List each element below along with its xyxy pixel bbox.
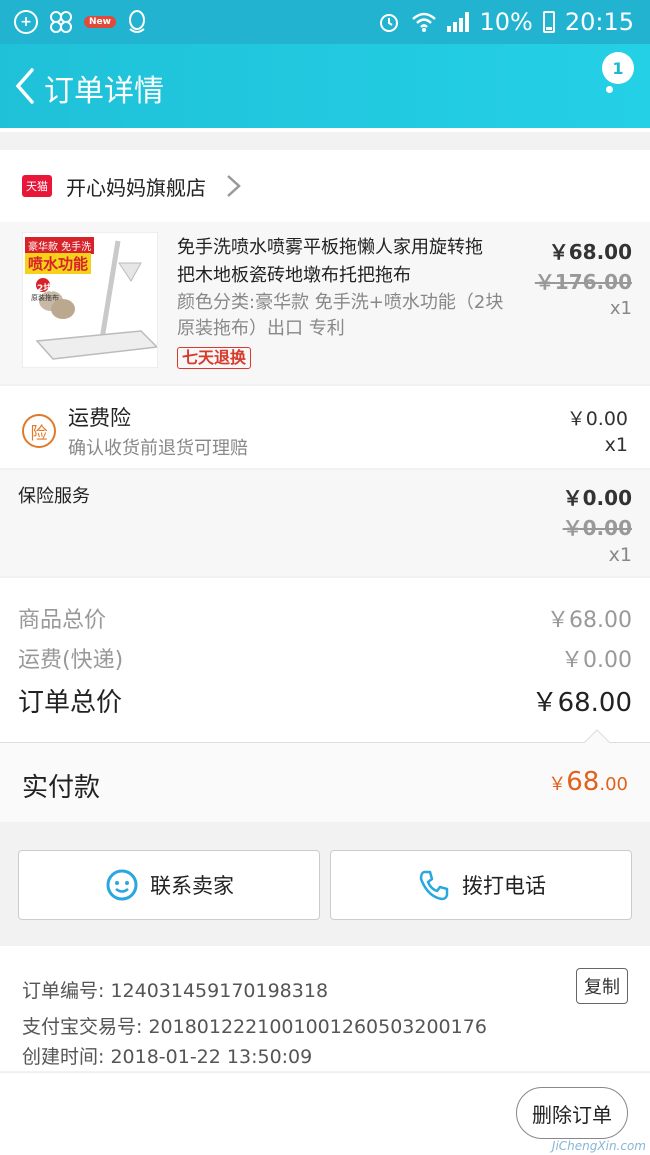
seven-day-return-tag: 七天退换 bbox=[177, 347, 252, 369]
qq-icon bbox=[128, 10, 145, 33]
alipay-transaction-number: 支付宝交易号: 2018012221001001260503200176 bbox=[22, 1016, 487, 1038]
order-item[interactable]: 豪华款 免手洗 喷水功能 2块 原装拖布 免手洗喷水喷雾平板拖懒人家用旋转拖把木… bbox=[0, 222, 650, 384]
order-info: 订单编号: 124031459170198318 复制 支付宝交易号: 2018… bbox=[0, 946, 650, 1071]
product-price: ￥68.00 bbox=[548, 240, 632, 264]
chat-face-icon bbox=[106, 869, 138, 901]
copy-button[interactable]: 复制 bbox=[576, 968, 628, 1004]
image-caption-4: 原装拖布 bbox=[31, 294, 59, 302]
product-sku: 颜色分类:豪华款 免手洗+喷水功能（2块原装拖布）出口 专利 bbox=[177, 292, 504, 339]
contact-seller-button[interactable]: 联系卖家 bbox=[18, 850, 320, 920]
shipping-fee-value: ￥0.00 bbox=[561, 648, 632, 673]
price-summary: 商品总价 ￥68.00 运费(快递) ￥0.00 订单总价 ￥68.00 bbox=[0, 578, 650, 742]
alarm-icon bbox=[380, 14, 399, 32]
battery-percent: 10% bbox=[479, 8, 533, 36]
actual-payment: 实付款 ￥68.00 bbox=[0, 729, 650, 822]
flower-app-icon bbox=[50, 11, 72, 33]
service-price: ￥0.00 bbox=[562, 486, 632, 510]
insurance-icon: 险 bbox=[22, 414, 56, 448]
action-buttons: 联系卖家 拨打电话 bbox=[0, 840, 650, 930]
goods-total-label: 商品总价 bbox=[18, 608, 107, 633]
service-quantity: x1 bbox=[608, 544, 632, 566]
phone-icon bbox=[419, 870, 449, 901]
product-original-price: ￥176.00 bbox=[534, 270, 632, 294]
nav-bar: 订单详情 bbox=[0, 44, 650, 132]
shop-row[interactable]: 天猫 开心妈妈旗舰店 bbox=[0, 150, 650, 222]
actual-payment-label: 实付款 bbox=[22, 773, 101, 803]
order-number: 订单编号: 124031459170198318 bbox=[22, 980, 329, 1002]
bottom-bar: 删除订单 JiChengXin.com bbox=[0, 1072, 650, 1155]
call-button[interactable]: 拨打电话 bbox=[330, 850, 632, 920]
page-title: 订单详情 bbox=[44, 74, 164, 109]
product-quantity: x1 bbox=[609, 298, 632, 319]
actual-payment-amount: ￥68.00 bbox=[548, 767, 628, 797]
service-original-price: ￥0.00 bbox=[562, 516, 632, 540]
insurance-quantity: x1 bbox=[604, 434, 628, 456]
shipping-fee-row: 运费(快递) ￥0.00 bbox=[18, 642, 632, 674]
clock: 20:15 bbox=[564, 8, 634, 36]
dot-icon bbox=[606, 86, 613, 93]
chevron-right-icon bbox=[227, 175, 241, 197]
amount-decimal: .00 bbox=[599, 774, 628, 795]
goods-total-value: ￥68.00 bbox=[547, 608, 632, 633]
call-label: 拨打电话 bbox=[462, 874, 546, 898]
more-menu-button[interactable] bbox=[606, 58, 614, 98]
goods-total-row: 商品总价 ￥68.00 bbox=[18, 602, 632, 634]
insurance-subtitle: 确认收货前退货可理赔 bbox=[68, 438, 248, 459]
plus-circle-icon: + bbox=[14, 10, 38, 34]
tmall-logo-icon: 天猫 bbox=[22, 175, 52, 197]
product-image[interactable]: 豪华款 免手洗 喷水功能 2块 原装拖布 bbox=[22, 232, 158, 368]
service-title: 保险服务 bbox=[18, 486, 90, 507]
watermark: JiChengXin.com bbox=[551, 1139, 646, 1153]
insurance-title: 运费险 bbox=[68, 406, 131, 430]
amount-integer: 68 bbox=[566, 767, 600, 797]
insurance-service-row: 保险服务 ￥0.00 ￥0.00 x1 bbox=[0, 470, 650, 576]
new-badge: New bbox=[84, 16, 116, 28]
order-total-label: 订单总价 bbox=[18, 688, 123, 718]
shop-name: 开心妈妈旗舰店 bbox=[66, 175, 206, 200]
created-time: 创建时间: 2018-01-22 13:50:09 bbox=[22, 1046, 313, 1068]
shipping-insurance-row: 险 运费险 确认收货前退货可理赔 ￥0.00 x1 bbox=[0, 386, 650, 468]
battery-icon bbox=[542, 11, 555, 33]
status-bar: + New 10% 20:15 bbox=[0, 0, 650, 44]
contact-seller-label: 联系卖家 bbox=[150, 874, 234, 898]
currency-symbol: ￥ bbox=[548, 774, 567, 795]
dot-icon bbox=[606, 58, 613, 65]
order-total-value: ￥68.00 bbox=[531, 688, 632, 718]
shipping-fee-label: 运费(快递) bbox=[18, 648, 124, 673]
delete-order-button[interactable]: 删除订单 bbox=[516, 1087, 628, 1139]
signal-icon bbox=[447, 12, 470, 32]
back-button[interactable] bbox=[10, 64, 40, 108]
order-total-row: 订单总价 ￥68.00 bbox=[18, 682, 632, 719]
dot-icon bbox=[606, 72, 613, 79]
insurance-price: ￥0.00 bbox=[566, 408, 628, 430]
chevron-left-icon bbox=[15, 68, 34, 104]
wifi-icon bbox=[412, 12, 437, 32]
product-title[interactable]: 免手洗喷水喷雾平板拖懒人家用旋转拖把木地板瓷砖地墩布托把拖布 bbox=[177, 234, 497, 290]
